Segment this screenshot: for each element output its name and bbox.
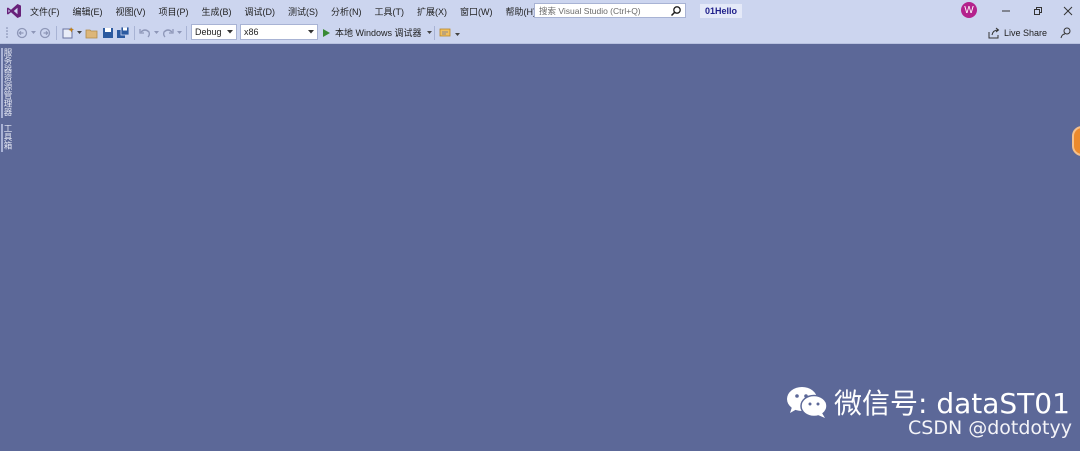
menu-debug[interactable]: 调试(D) xyxy=(245,5,276,18)
save-icon[interactable] xyxy=(101,26,115,40)
toolbar-overflow-icon[interactable] xyxy=(455,33,460,37)
toolbar-separator xyxy=(186,26,187,40)
chevron-down-icon xyxy=(308,30,314,34)
toolbar-grip-icon[interactable] xyxy=(4,26,10,40)
menu-view[interactable]: 视图(V) xyxy=(116,5,146,18)
solution-configuration-select[interactable]: Debug xyxy=(191,24,237,40)
tab-server-explorer[interactable]: 服务器资源管理器 xyxy=(2,48,14,116)
new-project-icon[interactable] xyxy=(61,26,75,40)
run-dropdown-icon[interactable] xyxy=(426,30,432,35)
solution-platform-select[interactable]: x86 xyxy=(240,24,318,40)
undo-dropdown-icon[interactable] xyxy=(154,31,159,35)
configuration-value: Debug xyxy=(195,27,222,37)
menu-file[interactable]: 文件(F) xyxy=(30,5,60,18)
live-share-button[interactable]: Live Share xyxy=(988,25,1047,41)
search-box[interactable]: 搜索 Visual Studio (Ctrl+Q) xyxy=(534,3,686,18)
menu-edit[interactable]: 编辑(E) xyxy=(73,5,103,18)
menu-test[interactable]: 测试(S) xyxy=(288,5,318,18)
floating-assistant-tab[interactable] xyxy=(1072,126,1080,156)
platform-value: x86 xyxy=(244,27,259,37)
wechat-logo-icon xyxy=(787,387,828,418)
title-bar: 文件(F) 编辑(E) 视图(V) 项目(P) 生成(B) 调试(D) 测试(S… xyxy=(0,0,1080,22)
undo-icon[interactable] xyxy=(138,26,152,40)
toolbar-separator xyxy=(134,26,135,40)
menu-build[interactable]: 生成(B) xyxy=(202,5,232,18)
browser-link-icon[interactable] xyxy=(439,26,453,40)
live-share-label: Live Share xyxy=(1004,28,1048,38)
wechat-id-text: 微信号: dataST01 xyxy=(834,387,1070,420)
menu-window[interactable]: 窗口(W) xyxy=(460,5,493,18)
visual-studio-logo-icon[interactable] xyxy=(6,3,22,19)
navigate-forward-icon[interactable] xyxy=(38,26,52,40)
feedback-icon[interactable] xyxy=(1059,26,1073,40)
back-dropdown-icon[interactable] xyxy=(31,31,36,35)
menu-extensions[interactable]: 扩展(X) xyxy=(417,5,447,18)
start-debugging-button[interactable]: 本地 Windows 调试器 xyxy=(322,24,432,41)
toolbar-separator xyxy=(434,26,435,40)
open-folder-icon[interactable] xyxy=(85,26,99,40)
chevron-down-icon xyxy=(227,30,233,34)
csdn-watermark: CSDN @dotdotyy xyxy=(908,417,1072,439)
menu-tools[interactable]: 工具(T) xyxy=(375,5,405,18)
run-label: 本地 Windows 调试器 xyxy=(335,28,422,38)
search-icon[interactable] xyxy=(670,5,682,17)
new-dropdown-icon[interactable] xyxy=(77,31,82,35)
restore-icon xyxy=(1034,7,1042,15)
wechat-watermark: 微信号: dataST01 xyxy=(786,382,1070,422)
side-tool-tabs: 服务器资源管理器 工具箱 xyxy=(0,44,16,451)
save-all-icon[interactable] xyxy=(116,26,130,40)
close-icon xyxy=(1063,6,1073,16)
redo-dropdown-icon[interactable] xyxy=(177,31,182,35)
toolbar-separator xyxy=(56,26,57,40)
play-icon xyxy=(323,28,330,37)
close-button[interactable] xyxy=(1055,0,1080,22)
share-icon xyxy=(988,27,1000,39)
standard-toolbar: Debug x86 本地 Windows 调试器 Live Share xyxy=(0,22,1080,44)
search-input[interactable]: 搜索 Visual Studio (Ctrl+Q) xyxy=(535,5,670,17)
solution-name-badge: 01Hello xyxy=(700,4,743,18)
minimize-icon xyxy=(1002,10,1010,12)
minimize-button[interactable] xyxy=(993,0,1019,22)
redo-icon[interactable] xyxy=(161,26,175,40)
navigate-back-icon[interactable] xyxy=(15,26,29,40)
menu-project[interactable]: 项目(P) xyxy=(159,5,189,18)
menu-analyze[interactable]: 分析(N) xyxy=(331,5,362,18)
menu-help[interactable]: 帮助(H) xyxy=(506,5,537,18)
tab-toolbox[interactable]: 工具箱 xyxy=(2,124,14,150)
restore-button[interactable] xyxy=(1025,0,1051,22)
menu-bar: 文件(F) 编辑(E) 视图(V) 项目(P) 生成(B) 调试(D) 测试(S… xyxy=(30,0,549,22)
account-avatar[interactable]: W xyxy=(961,2,977,18)
